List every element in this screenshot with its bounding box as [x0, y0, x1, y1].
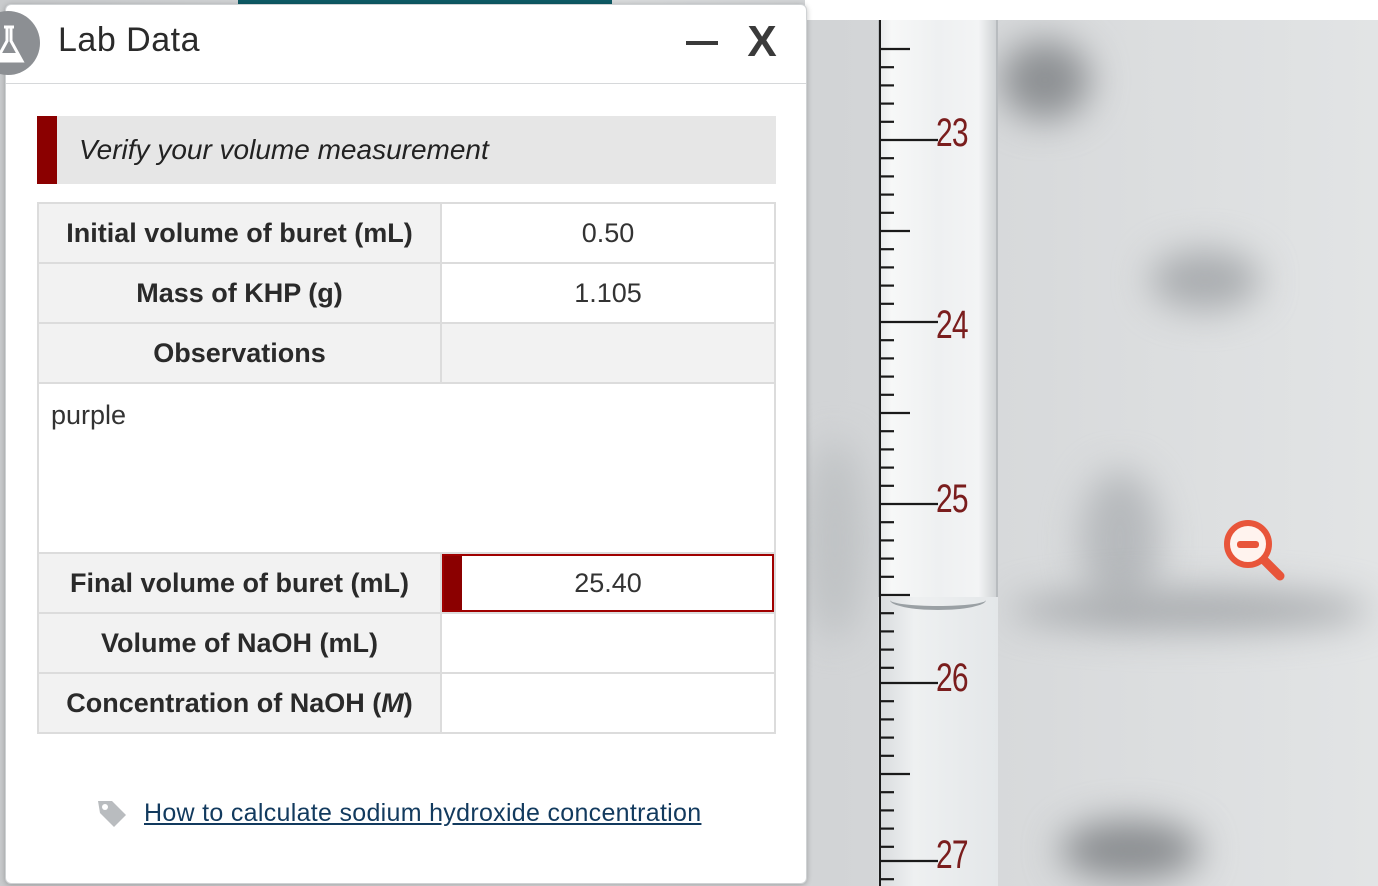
- scene-blur: [1150, 250, 1260, 310]
- scale-label: 26: [936, 656, 969, 700]
- table-row: Final volume of buret (mL) 25.40: [37, 552, 776, 614]
- volume-naoh-input[interactable]: [440, 612, 776, 674]
- concentration-label-text: Concentration of NaOH (: [66, 687, 382, 718]
- volume-naoh-label: Volume of NaOH (mL): [37, 612, 442, 674]
- table-row: purple: [37, 382, 776, 554]
- observations-field[interactable]: purple: [37, 382, 776, 554]
- scene-blur: [1080, 470, 1160, 610]
- flask-icon: [0, 11, 40, 75]
- table-row: Observations: [37, 322, 776, 384]
- scale-label: 27: [936, 833, 969, 877]
- help-link-row: How to calculate sodium hydroxide concen…: [94, 795, 701, 831]
- scene-blur: [805, 440, 865, 640]
- buret: 23 24 25 26 27: [878, 20, 998, 886]
- lab-data-dialog: Lab Data X Verify your volume measuremen…: [0, 4, 807, 884]
- lab-data-table: Initial volume of buret (mL) 0.50 Mass o…: [37, 202, 776, 734]
- header-divider: [6, 83, 806, 84]
- scene-blur: [1000, 40, 1090, 120]
- table-row: Concentration of NaOH (M): [37, 672, 776, 734]
- close-button[interactable]: X: [742, 17, 782, 67]
- scene-blur: [1060, 820, 1200, 880]
- final-volume-label: Final volume of buret (mL): [37, 552, 442, 614]
- initial-volume-label: Initial volume of buret (mL): [37, 202, 442, 264]
- instruction-banner: Verify your volume measurement: [37, 116, 776, 184]
- scene-blur: [1010, 590, 1370, 630]
- help-link[interactable]: How to calculate sodium hydroxide concen…: [144, 799, 701, 828]
- zoom-out-icon: [1224, 520, 1285, 581]
- table-row: Initial volume of buret (mL) 0.50: [37, 202, 776, 264]
- concentration-label-close: ): [403, 687, 413, 718]
- observations-header-blank: [440, 322, 776, 384]
- concentration-label: Concentration of NaOH (M): [37, 672, 442, 734]
- scale-label: 25: [936, 477, 969, 521]
- minimize-button[interactable]: [682, 19, 722, 59]
- table-row: Volume of NaOH (mL): [37, 612, 776, 674]
- final-volume-input[interactable]: 25.40: [442, 554, 774, 612]
- final-volume-cell[interactable]: 25.40: [440, 552, 776, 614]
- concentration-input[interactable]: [440, 672, 776, 734]
- final-volume-value: 25.40: [574, 567, 642, 598]
- tag-icon: [98, 801, 126, 827]
- initial-volume-value: 0.50: [440, 202, 776, 264]
- zoom-out-button[interactable]: [1222, 518, 1286, 582]
- banner-text: Verify your volume measurement: [79, 134, 489, 165]
- observations-label: Observations: [37, 322, 442, 384]
- table-row: Mass of KHP (g) 1.105: [37, 262, 776, 324]
- concentration-unit: M: [381, 687, 404, 718]
- scene-top-strip: [805, 0, 1378, 20]
- active-field-marker: [444, 556, 462, 610]
- mass-khp-value: 1.105: [440, 262, 776, 324]
- scale-label: 23: [936, 111, 969, 155]
- mass-khp-label: Mass of KHP (g): [37, 262, 442, 324]
- dialog-title: Lab Data: [58, 21, 200, 59]
- minimize-icon: [686, 41, 718, 45]
- scale-label: 24: [936, 303, 969, 347]
